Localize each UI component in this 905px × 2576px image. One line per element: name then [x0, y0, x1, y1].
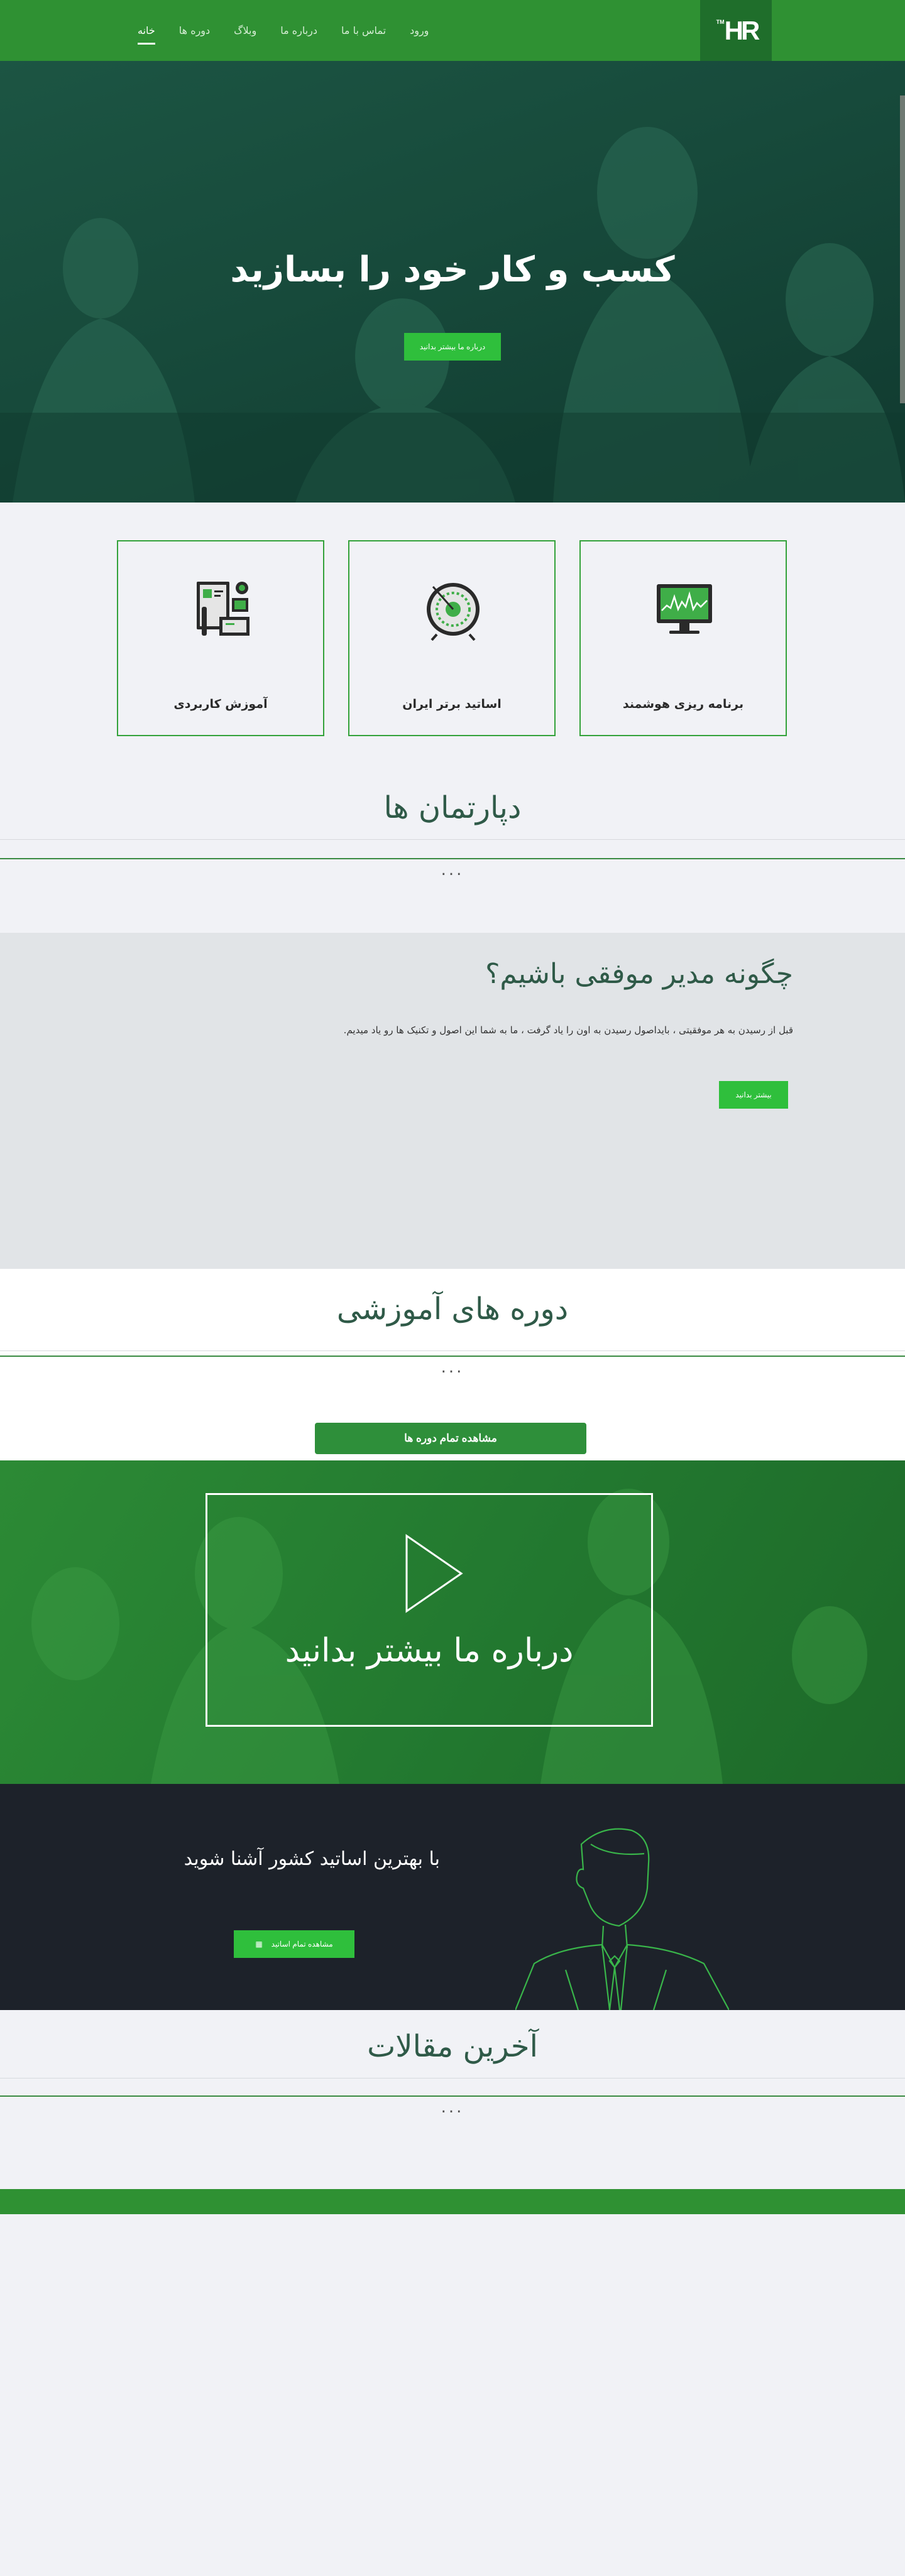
video-section: درباره ما بیشتر بدانید — [0, 1460, 905, 1784]
video-caption: درباره ما بیشتر بدانید — [285, 1632, 574, 1670]
departments-section: دپارتمان ها ... — [0, 766, 905, 933]
view-all-teachers-button[interactable]: مشاهده تمام اساتید ▦ — [234, 1930, 354, 1958]
hero-about-button[interactable]: درباره ما بیشتر بدانید — [404, 333, 501, 361]
divider — [0, 839, 905, 840]
teachers-text: با بهترین اساتید کشور آشنا شوید — [184, 1848, 440, 1870]
view-all-courses-button[interactable]: مشاهده تمام دوره ها — [315, 1423, 586, 1454]
button-label: مشاهده تمام اساتید — [271, 1940, 333, 1948]
learn-more-button[interactable]: بیشتر بدانید — [719, 1081, 788, 1109]
documents-icon — [197, 582, 250, 636]
nav-item-home[interactable]: خانه — [126, 0, 167, 61]
courses-title: دوره های آموزشی — [336, 1291, 569, 1327]
monitor-chart-icon — [657, 584, 712, 634]
success-title: چگونه مدیر موفقی باشیم؟ — [485, 958, 793, 990]
nav-menu: خانه دوره ها وبلاگ درباره ما تماس با ما … — [126, 0, 441, 61]
articles-title: آخرین مقالات — [367, 2029, 538, 2064]
footer-area — [0, 2214, 905, 2576]
target-icon — [427, 583, 480, 641]
nav-item-contact[interactable]: تماس با ما — [329, 0, 398, 61]
divider — [0, 2095, 905, 2097]
video-frame[interactable]: درباره ما بیشتر بدانید — [206, 1493, 653, 1727]
nav-item-courses[interactable]: دوره ها — [167, 0, 222, 61]
logo-trademark: TM — [716, 19, 725, 25]
feature-card-teachers[interactable]: اساتید برتر ایران — [348, 540, 556, 736]
divider — [0, 858, 905, 859]
feature-label: اساتید برتر ایران — [402, 697, 502, 711]
top-navbar: HR TM خانه دوره ها وبلاگ درباره ما تماس ب… — [0, 0, 905, 61]
features-section: برنامه ریزی هوشمند اساتید برتر ایران آمو… — [0, 503, 905, 766]
hero-title: کسب و کار خود را بسازید — [230, 249, 675, 290]
play-icon[interactable] — [403, 1533, 466, 1614]
feature-label: برنامه ریزی هوشمند — [622, 697, 744, 711]
footer-bar — [0, 2189, 905, 2214]
businessman-line-icon — [515, 1828, 729, 2010]
success-text: قبل از رسیدن به هر موفقیتی ، بایداصول رس… — [343, 1024, 793, 1036]
feature-card-training[interactable]: آموزش کاربردی — [117, 540, 324, 736]
loading-dots: ... — [441, 861, 464, 879]
feature-card-planning[interactable]: برنامه ریزی هوشمند — [579, 540, 787, 736]
teachers-icon: ▦ — [255, 1940, 263, 1948]
site-logo[interactable]: HR TM — [700, 0, 772, 61]
hero-section: کسب و کار خود را بسازید درباره ما بیشتر … — [0, 61, 905, 503]
articles-section: آخرین مقالات ... — [0, 2010, 905, 2189]
success-section: چگونه مدیر موفقی باشیم؟ قبل از رسیدن به … — [0, 933, 905, 1269]
divider — [0, 1350, 905, 1351]
nav-item-blog[interactable]: وبلاگ — [222, 0, 268, 61]
divider — [0, 2078, 905, 2079]
loading-dots: ... — [441, 1358, 464, 1377]
departments-title: دپارتمان ها — [383, 790, 522, 825]
logo-text: HR — [724, 15, 760, 45]
teachers-section: با بهترین اساتید کشور آشنا شوید مشاهده ت… — [0, 1784, 905, 2010]
nav-item-about[interactable]: درباره ما — [268, 0, 329, 61]
feature-label: آموزش کاربردی — [173, 697, 268, 711]
loading-dots: ... — [441, 2098, 464, 2117]
nav-item-login[interactable]: ورود — [398, 0, 441, 61]
divider — [0, 1356, 905, 1357]
courses-section: دوره های آموزشی ... مشاهده تمام دوره ها — [0, 1269, 905, 1460]
